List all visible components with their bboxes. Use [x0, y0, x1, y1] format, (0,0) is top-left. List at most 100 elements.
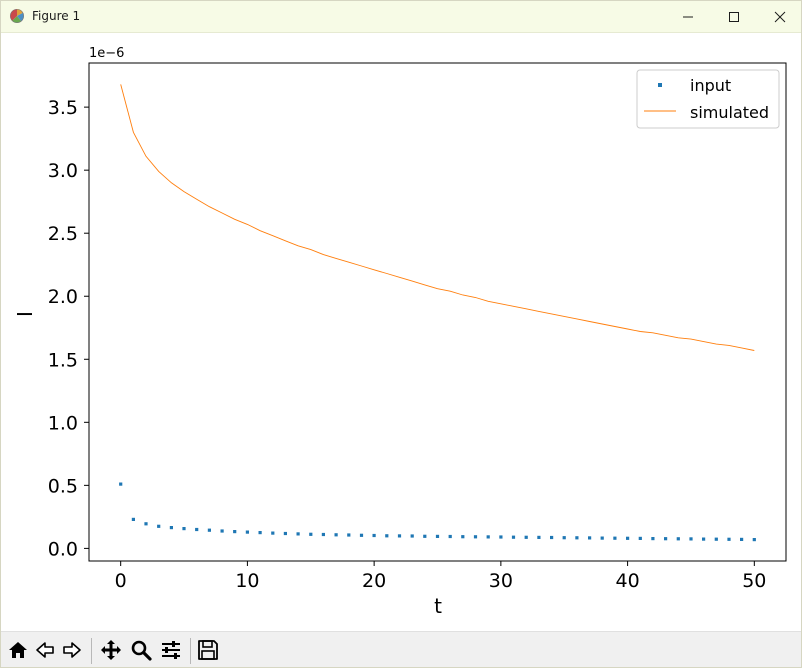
input-point [448, 534, 452, 539]
window-title: Figure 1 [32, 9, 81, 23]
input-point [499, 535, 503, 539]
input-point [334, 533, 338, 537]
back-icon [36, 642, 54, 658]
input-point [245, 530, 249, 534]
input-point [131, 517, 135, 521]
save-icon [198, 640, 218, 660]
input-point [410, 534, 414, 538]
input-point [461, 535, 465, 539]
input-point [524, 535, 528, 539]
close-icon [774, 11, 786, 22]
y-tick-label: 3.0 [48, 160, 78, 182]
input-point [537, 535, 541, 539]
save-button[interactable] [196, 638, 220, 662]
y-tick-label: 2.0 [48, 286, 78, 308]
input-point [638, 536, 642, 540]
input-point [676, 537, 680, 541]
input-point [511, 535, 516, 539]
y-tick-label: 1.5 [48, 349, 78, 371]
input-point [195, 527, 199, 532]
navigation-toolbar [1, 631, 801, 667]
input-point [258, 531, 262, 535]
input-point [233, 530, 237, 534]
input-point [689, 537, 693, 541]
y-tick-label: 3.5 [48, 97, 78, 119]
pan-icon [101, 640, 121, 660]
configure-subplots-button[interactable] [159, 638, 183, 662]
legend-label-simulated: simulated [690, 103, 769, 122]
axes-frame [88, 62, 787, 562]
input-point [651, 537, 655, 541]
y-tick-label: 0.0 [48, 538, 78, 560]
legend-marker-input [658, 83, 662, 87]
input-point [347, 533, 351, 537]
input-point [727, 537, 731, 541]
figure-canvas[interactable]: 0 10 20 30 40 50 0.0 0.5 1.0 1.5 2.0 2.5 3.0 3.5 1e−… [1, 33, 801, 631]
figure-window: Figure 1 0 10 20 30 40 50 0.0 0.5 1.0 1.5 2.0 2.5 3… [0, 0, 802, 668]
toolbar-separator [190, 638, 191, 664]
input-point [296, 532, 300, 536]
y-axis-ticks: 0.0 0.5 1.0 1.5 2.0 2.5 3.0 3.5 [48, 97, 89, 560]
input-point [588, 536, 592, 540]
home-icon [9, 642, 27, 658]
input-point [435, 534, 440, 538]
x-tick-label: 0 [115, 570, 127, 592]
title-bar[interactable]: Figure 1 [1, 1, 801, 33]
input-point [321, 532, 325, 537]
input-point [220, 529, 224, 533]
forward-icon [63, 642, 81, 658]
input-point [271, 531, 275, 535]
input-point [562, 536, 566, 540]
input-point [613, 536, 617, 540]
x-tick-label: 50 [742, 570, 766, 592]
input-point [600, 536, 604, 540]
input-point [473, 535, 478, 539]
input-point [385, 534, 389, 538]
input-point [207, 528, 211, 532]
input-point [486, 535, 490, 539]
input-point [359, 533, 364, 537]
zoom-icon [131, 640, 152, 661]
close-button[interactable] [757, 1, 801, 32]
input-point [372, 533, 376, 538]
maximize-button[interactable] [711, 1, 757, 32]
legend-label-input: input [690, 76, 731, 95]
home-button[interactable] [6, 638, 30, 662]
input-point [626, 536, 630, 540]
minimize-button[interactable] [665, 1, 711, 32]
x-tick-label: 40 [615, 570, 639, 592]
pan-button[interactable] [99, 638, 123, 662]
input-point [752, 538, 756, 542]
y-offset-label: 1e−6 [89, 46, 124, 61]
y-tick-label: 0.5 [48, 475, 78, 497]
legend: input simulated [636, 69, 780, 129]
input-point [283, 531, 287, 536]
input-point [397, 534, 402, 538]
x-tick-label: 30 [489, 570, 513, 592]
forward-button[interactable] [60, 638, 84, 662]
input-point [182, 527, 186, 531]
y-axis-label: I [13, 311, 37, 317]
input-point [157, 524, 161, 528]
input-point [309, 532, 313, 536]
x-axis-label: t [434, 594, 442, 618]
x-axis-ticks: 0 10 20 30 40 50 [115, 561, 766, 592]
input-point [740, 537, 744, 541]
zoom-button[interactable] [129, 638, 153, 662]
input-point [144, 522, 148, 526]
configure-subplots-icon [162, 641, 180, 659]
input-point [702, 537, 706, 541]
y-tick-label: 1.0 [48, 412, 78, 434]
toolbar-separator [91, 638, 92, 664]
minimize-icon [683, 16, 693, 17]
input-point [169, 526, 173, 530]
chart: 0 10 20 30 40 50 0.0 0.5 1.0 1.5 2.0 2.5 3.0 3.5 1e−… [13, 46, 787, 618]
x-tick-label: 20 [362, 570, 386, 592]
back-button[interactable] [33, 638, 57, 662]
maximize-icon [729, 11, 739, 22]
matplotlib-figure-icon [9, 8, 25, 24]
input-point [575, 536, 579, 540]
series-input [119, 482, 756, 542]
input-point [423, 534, 427, 538]
input-point [714, 537, 718, 541]
